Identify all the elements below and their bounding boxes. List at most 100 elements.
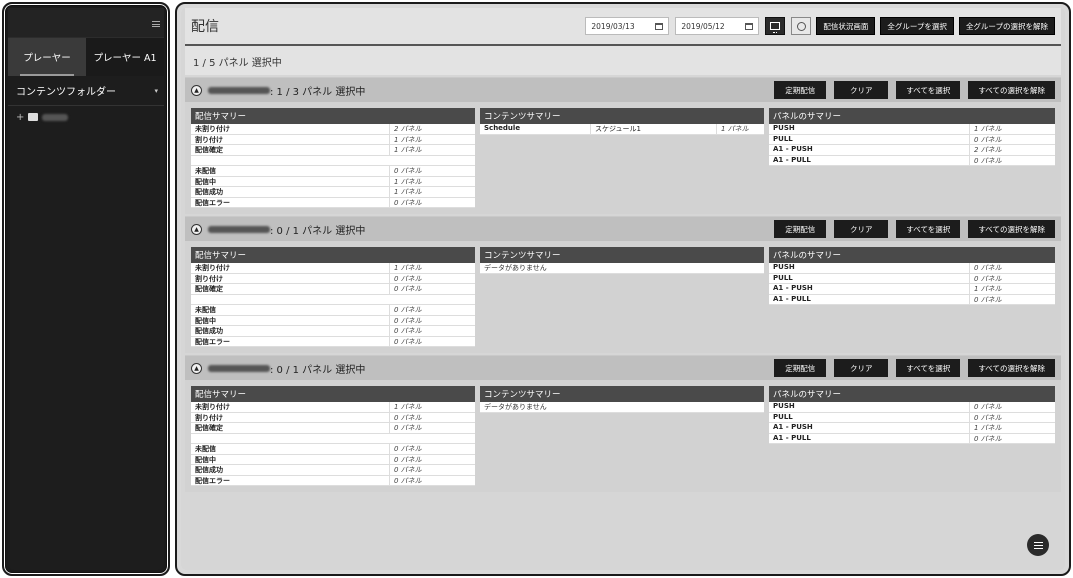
- table-row: 配信確定 1 パネル: [191, 145, 475, 156]
- row-label: 未割り付け: [195, 264, 230, 272]
- delivery-summary-table: 配信サマリー 未割り付け 1 パネル 割り付け 0 パネル 配信確定 0 パネル 未配信 0 パ…: [191, 386, 475, 486]
- row-label: 配信エラー: [195, 337, 230, 346]
- row-label: 配信成功: [195, 188, 223, 196]
- scheduled-delivery-button[interactable]: 定期配信: [774, 81, 827, 99]
- content-name: スケジュール1: [590, 124, 716, 134]
- row-label: 配信中: [195, 316, 216, 325]
- group-selection-count: : 0 / 1 パネル 選択中: [270, 225, 366, 237]
- deselect-all-button[interactable]: すべての選択を解除: [968, 220, 1055, 238]
- content-type: Schedule: [484, 124, 521, 132]
- content-summary-table: コンテンツサマリー データがありません: [480, 247, 764, 274]
- row-label: 未配信: [195, 306, 216, 314]
- table-row: 配信中 0 パネル: [191, 454, 475, 465]
- main-panel: 配信 2019/03/13 2019/05/12 配信状況画面 全グループを選択…: [175, 2, 1071, 576]
- tab-player-a1[interactable]: プレーヤー A1: [86, 38, 164, 76]
- collapse-icon[interactable]: ▲: [191, 84, 202, 96]
- chevron-down-icon[interactable]: ▾: [154, 87, 158, 95]
- delivery-summary-table: 配信サマリー 未割り付け 2 パネル 割り付け 1 パネル 配信確定 1 パネル 未配信 0 パ…: [191, 108, 475, 208]
- table-row: PUSH 0 パネル: [769, 263, 1055, 274]
- scheduled-delivery-button[interactable]: 定期配信: [774, 359, 827, 377]
- table-header: コンテンツサマリー: [480, 386, 764, 402]
- table-header: 配信サマリー: [191, 247, 475, 263]
- row-value: 0 パネル: [389, 475, 475, 485]
- sidebar-menu-icon[interactable]: [152, 21, 160, 27]
- row-label: PULL: [773, 412, 793, 421]
- select-all-groups-button[interactable]: 全グループを選択: [880, 17, 954, 35]
- clock-icon: [796, 21, 806, 31]
- row-label: A1 - PUSH: [773, 145, 813, 153]
- row-value: 1 パネル: [969, 124, 1055, 134]
- row-label: 未割り付け: [195, 403, 230, 411]
- panel-group: ▲: 0 / 1 パネル 選択中 定期配信 クリア すべてを選択 すべての選択を解除 配信…: [185, 355, 1061, 492]
- date-from-value: 2019/03/13: [591, 21, 635, 31]
- calendar-icon[interactable]: [655, 22, 664, 30]
- collapse-icon[interactable]: ▲: [191, 362, 202, 374]
- row-label: 配信成功: [195, 327, 223, 335]
- row-value: 0 パネル: [969, 412, 1055, 422]
- clock-button[interactable]: [791, 17, 812, 35]
- calendar-icon[interactable]: [745, 22, 754, 30]
- panel-summary-table: パネルのサマリー PUSH 0 パネル PULL 0 パネル A1 - PUSH 1 パネル…: [769, 386, 1055, 444]
- row-value: 0 パネル: [389, 273, 475, 283]
- sidebar: プレーヤー プレーヤー A1 コンテンツフォルダー ▾ +: [2, 2, 170, 576]
- scheduled-delivery-button[interactable]: 定期配信: [774, 220, 827, 238]
- status-screen-button[interactable]: 配信状況画面: [816, 17, 876, 35]
- row-label: 割り付け: [195, 413, 223, 422]
- group-selection-count: : 1 / 3 パネル 選択中: [270, 86, 366, 98]
- table-row: A1 - PUSH 2 パネル: [769, 145, 1055, 156]
- panel-group: ▲ : 1 / 3 パネル 選択中 定期配信 クリア すべてを選択 すべての選択を解除配信…: [185, 77, 1061, 214]
- group-body: 配信サマリー 未割り付け 1 パネル 割り付け 0 パネル 配信確定 0 パネル 未配信 0 パ…: [185, 241, 1061, 347]
- tree-item[interactable]: +: [8, 106, 164, 128]
- row-value: 0 パネル: [969, 134, 1055, 144]
- table-spacer: [191, 433, 475, 444]
- select-all-button[interactable]: すべてを選択: [896, 81, 961, 99]
- row-value: 0 パネル: [389, 412, 475, 422]
- clear-button[interactable]: クリア: [834, 81, 889, 99]
- select-all-button[interactable]: すべてを選択: [896, 359, 961, 377]
- table-header: 配信サマリー: [191, 386, 475, 402]
- collapse-icon[interactable]: ▲: [191, 223, 202, 235]
- menu-fab-button[interactable]: [1027, 534, 1049, 556]
- row-label: 配信中: [195, 455, 216, 464]
- date-to-field[interactable]: 2019/05/12: [675, 17, 760, 35]
- row-value: 1 パネル: [389, 176, 475, 186]
- table-row: 配信エラー 0 パネル: [191, 197, 475, 208]
- row-label: A1 - PULL: [773, 433, 811, 442]
- row-label: A1 - PUSH: [773, 423, 813, 431]
- no-data-text: データがありません: [484, 403, 547, 411]
- table-spacer: [191, 155, 475, 166]
- deselect-all-button[interactable]: すべての選択を解除: [968, 359, 1055, 377]
- page-header: 配信 2019/03/13 2019/05/12 配信状況画面 全グループを選択…: [185, 8, 1061, 46]
- date-from-field[interactable]: 2019/03/13: [585, 17, 670, 35]
- row-label: 未配信: [195, 445, 216, 453]
- table-row: 未割り付け 1 パネル: [191, 263, 475, 274]
- table-row: 未配信 0 パネル: [191, 166, 475, 177]
- row-value: 0 パネル: [389, 284, 475, 294]
- table-row: PULL 0 パネル: [769, 412, 1055, 423]
- content-folder-header[interactable]: コンテンツフォルダー ▾: [8, 76, 164, 106]
- table-row: PUSH 0 パネル: [769, 402, 1055, 413]
- table-header: 配信サマリー: [191, 108, 475, 124]
- sidebar-inner: プレーヤー プレーヤー A1 コンテンツフォルダー ▾ +: [8, 8, 164, 570]
- deselect-all-button[interactable]: すべての選択を解除: [968, 81, 1055, 99]
- table-row: 配信成功 0 パネル: [191, 326, 475, 337]
- select-all-button[interactable]: すべてを選択: [896, 220, 961, 238]
- table-row: 配信成功 0 パネル: [191, 465, 475, 476]
- tab-player[interactable]: プレーヤー: [8, 38, 86, 76]
- table-spacer: [191, 294, 475, 305]
- row-value: 0 パネル: [969, 294, 1055, 304]
- clear-button[interactable]: クリア: [834, 359, 889, 377]
- row-label: PUSH: [773, 402, 795, 410]
- expand-icon[interactable]: +: [16, 112, 24, 123]
- row-value: 0 パネル: [389, 454, 475, 464]
- view-toggle-button[interactable]: [765, 17, 786, 35]
- clear-button[interactable]: クリア: [834, 220, 889, 238]
- table-row: 配信確定 0 パネル: [191, 284, 475, 295]
- row-value: 0 パネル: [969, 155, 1055, 165]
- deselect-all-groups-button[interactable]: 全グループの選択を解除: [958, 17, 1055, 35]
- content-summary-table: コンテンツサマリー Schedule スケジュール1 1 パネル: [480, 108, 764, 135]
- table-row: 配信エラー 0 パネル: [191, 475, 475, 486]
- menu-icon: [1033, 541, 1043, 549]
- row-label: 割り付け: [195, 135, 223, 144]
- table-row: Schedule スケジュール1 1 パネル: [480, 124, 764, 135]
